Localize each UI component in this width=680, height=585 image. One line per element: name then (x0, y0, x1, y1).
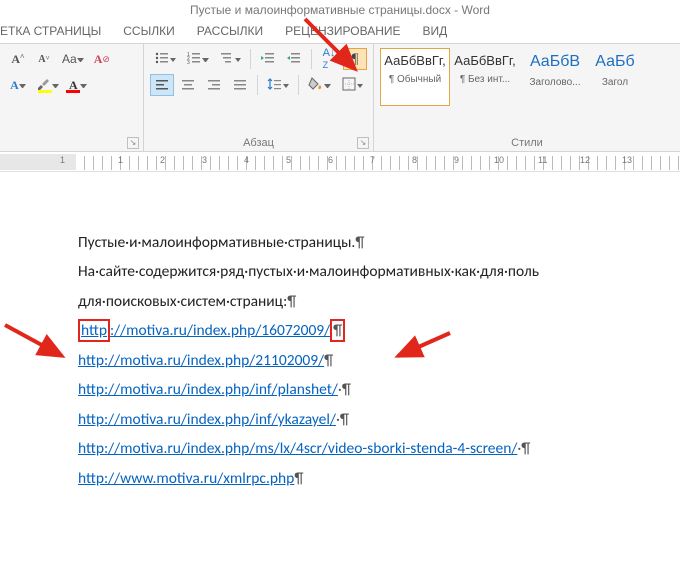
bullets-icon (154, 50, 170, 69)
align-right-icon (206, 77, 222, 93)
shading-icon (308, 76, 324, 95)
style-nospacing[interactable]: АаБбВвГг, ¶ Без инт... (450, 48, 520, 106)
decrease-indent-button[interactable] (256, 48, 280, 70)
hyperlink[interactable]: http://motiva.ru/index.php/ms/lx/4scr/vi… (78, 439, 517, 458)
group-font-label: ↘ (6, 147, 137, 149)
doc-p3: для·поисковых·систем·страниц:¶ (78, 287, 680, 316)
window-title: Пустые и малоинформативные страницы.docx… (0, 0, 680, 22)
increase-indent-button[interactable] (282, 48, 306, 70)
numbering-icon: 123 (186, 50, 202, 69)
multilevel-icon (219, 50, 235, 69)
align-left-icon (154, 77, 170, 93)
grow-font-button[interactable]: A˄ (6, 48, 30, 70)
hyperlink[interactable]: http://motiva.ru/index.php/21102009/ (78, 351, 324, 370)
pilcrow-icon: ¶ (352, 51, 359, 68)
text-effects-button[interactable]: A (6, 74, 30, 96)
tab-view[interactable]: ВИД (423, 24, 448, 43)
show-paragraph-marks-button[interactable]: ¶ (343, 48, 367, 70)
font-dialog-launcher[interactable]: ↘ (127, 137, 139, 149)
align-center-icon (180, 77, 196, 93)
shrink-font-button[interactable]: A˅ (32, 48, 56, 70)
group-styles: АаБбВвГг, ¶ Обычный АаБбВвГг, ¶ Без инт.… (374, 44, 680, 151)
svg-text:3: 3 (187, 60, 190, 66)
change-case-button[interactable]: Aa (58, 48, 88, 70)
align-center-button[interactable] (176, 74, 200, 96)
horizontal-ruler[interactable]: 1 1 2 3 4 5 6 7 8 9 10 11 12 13 (0, 152, 680, 172)
paragraph-mark-highlighted: ¶ (330, 319, 345, 342)
ribbon-tabs: ЕТКА СТРАНИЦЫ ССЫЛКИ РАССЫЛКИ РЕЦЕНЗИРОВ… (0, 22, 680, 44)
outdent-icon (260, 50, 276, 69)
paragraph-dialog-launcher[interactable]: ↘ (357, 137, 369, 149)
style-heading2[interactable]: АаБб Загол (590, 48, 640, 106)
tab-review[interactable]: РЕЦЕНЗИРОВАНИЕ (285, 24, 400, 43)
group-paragraph-label: Абзац ↘ (150, 135, 367, 149)
doc-p1: Пустые·и·малоинформативные·страницы.¶ (78, 228, 680, 257)
doc-p2: На·сайте·содержится·ряд·пустых·и·малоинф… (78, 257, 680, 286)
bullets-button[interactable] (150, 48, 180, 70)
sort-icon: A↓Z (323, 47, 336, 71)
doc-link1: http://motiva.ru/index.php/16072009/¶ (78, 316, 680, 345)
tab-mailings[interactable]: РАССЫЛКИ (197, 24, 263, 43)
borders-button[interactable] (337, 74, 367, 96)
justify-button[interactable] (228, 74, 252, 96)
hyperlink[interactable]: http://motiva.ru/index.php/inf/ykazayel/ (78, 410, 336, 429)
hyperlink[interactable]: http://motiva.ru/index.php/16072009/ (78, 319, 330, 342)
doc-link4: http://motiva.ru/index.php/inf/ykazayel/… (78, 405, 680, 434)
highlight-color-button[interactable] (32, 74, 63, 96)
justify-icon (232, 77, 248, 93)
multilevel-list-button[interactable] (215, 48, 245, 70)
doc-link2: http://motiva.ru/index.php/21102009/¶ (78, 346, 680, 375)
style-normal[interactable]: АаБбВвГг, ¶ Обычный (380, 48, 450, 106)
line-spacing-icon (267, 76, 283, 95)
tab-references[interactable]: ССЫЛКИ (123, 24, 174, 43)
doc-link5: http://motiva.ru/index.php/ms/lx/4scr/vi… (78, 434, 680, 463)
align-left-button[interactable] (150, 74, 174, 96)
hyperlink[interactable]: http://motiva.ru/index.php/inf/planshet/ (78, 380, 338, 399)
clear-formatting-button[interactable]: A⊘ (90, 48, 114, 70)
shading-button[interactable] (304, 74, 334, 96)
group-font: A˄ A˅ Aa A⊘ A A (0, 44, 144, 151)
document-body[interactable]: Пустые·и·малоинформативные·страницы.¶ На… (0, 172, 680, 493)
sort-button[interactable]: A↓Z (317, 48, 341, 70)
font-color-button[interactable]: A (65, 74, 91, 96)
group-paragraph: 123 (144, 44, 374, 151)
doc-link3: http://motiva.ru/index.php/inf/planshet/… (78, 375, 680, 404)
line-spacing-button[interactable] (263, 74, 293, 96)
tab-page-layout[interactable]: ЕТКА СТРАНИЦЫ (0, 24, 101, 43)
group-styles-label: Стили (380, 135, 674, 149)
numbering-button[interactable]: 123 (182, 48, 212, 70)
style-heading1[interactable]: АаБбВ Заголово... (520, 48, 590, 106)
borders-icon (341, 76, 357, 95)
doc-link6: http://www.motiva.ru/xmlrpc.php¶ (78, 464, 680, 493)
hyperlink[interactable]: http://www.motiva.ru/xmlrpc.php (78, 469, 294, 488)
indent-icon (286, 50, 302, 69)
align-right-button[interactable] (202, 74, 226, 96)
ribbon: A˄ A˅ Aa A⊘ A A (0, 44, 680, 152)
